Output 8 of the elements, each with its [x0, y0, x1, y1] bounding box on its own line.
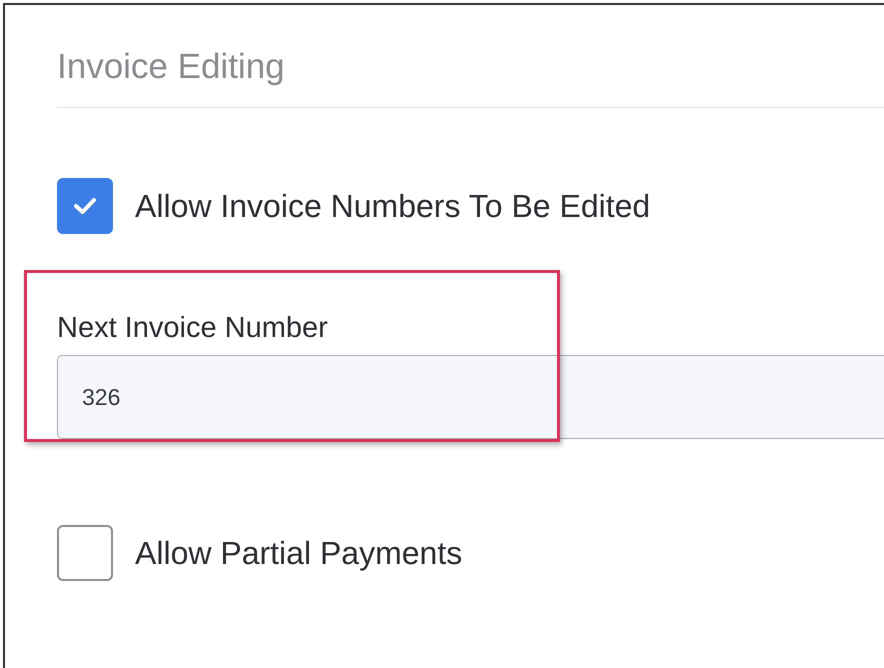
- checkbox-label: Allow Invoice Numbers To Be Edited: [135, 188, 650, 224]
- field-label: Next Invoice Number: [57, 312, 329, 345]
- checkbox[interactable]: [57, 178, 113, 234]
- section-title: Invoice Editing: [57, 46, 286, 88]
- input-field[interactable]: 326: [57, 355, 884, 439]
- checkbox-label: Allow Partial Payments: [135, 534, 462, 572]
- checkmark-icon: [73, 196, 97, 216]
- checkbox[interactable]: [57, 525, 113, 581]
